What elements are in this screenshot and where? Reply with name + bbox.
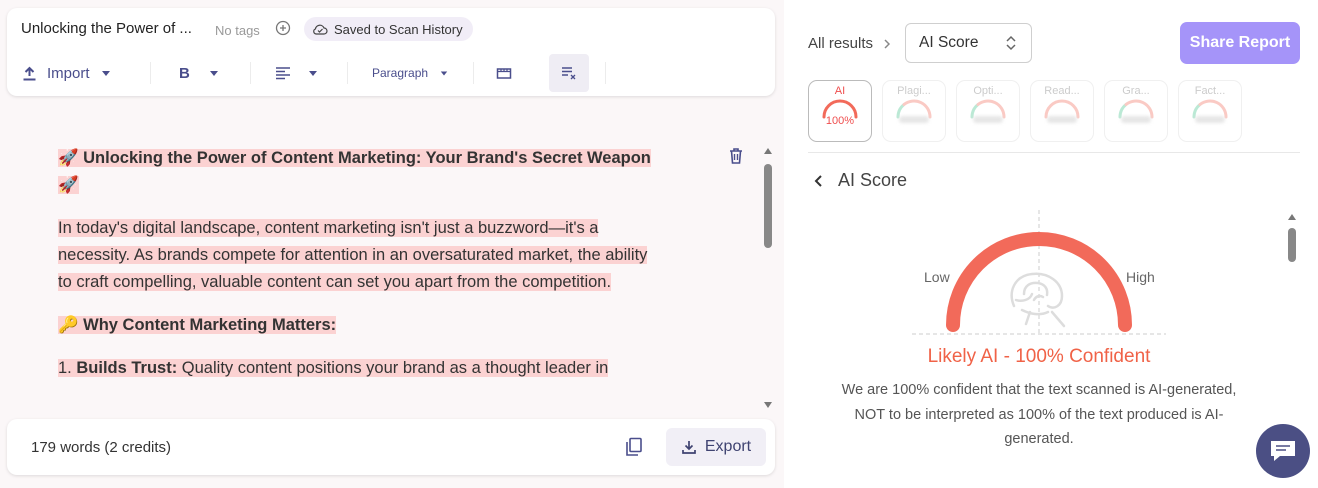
gauge-high-label: High: [1126, 269, 1155, 285]
chevron-down-icon: [209, 70, 218, 76]
ai-verdict: Likely AI - 100% Confident: [927, 346, 1151, 367]
blurred-value: [1121, 116, 1151, 123]
toolbar-divider: [250, 62, 251, 84]
card-label: Plagi...: [897, 85, 931, 97]
section-divider: [808, 152, 1300, 153]
scroll-thumb[interactable]: [764, 164, 772, 248]
ai-verdict-description: We are 100% confident that the text scan…: [841, 382, 1237, 447]
gauge-low-label: Low: [924, 269, 950, 285]
list-item-text: Quality content positions your brand as …: [181, 359, 609, 377]
chat-icon: [1271, 441, 1295, 461]
document-heading: 🚀 Unlocking the Power of Content Marketi…: [58, 149, 651, 194]
heading-text: Unlocking the Power of Content Marketing…: [83, 149, 651, 167]
export-label: Export: [704, 438, 752, 455]
subheading-text: Why Content Marketing Matters:: [83, 316, 337, 334]
copy-icon[interactable]: [625, 437, 643, 457]
key-emoji: 🔑: [58, 316, 79, 334]
score-card-plagiarism[interactable]: Plagi...: [882, 80, 946, 142]
chevron-down-icon: [309, 70, 317, 76]
blurred-value: [1047, 116, 1077, 123]
download-icon: [682, 441, 696, 454]
rocket-emoji: 🚀: [58, 149, 79, 167]
subheading: 🔑 Why Content Marketing Matters:: [58, 316, 337, 334]
cloud-check-icon: [313, 24, 328, 35]
back-to-results[interactable]: AI Score: [814, 170, 907, 191]
score-card-readability[interactable]: Read...: [1030, 80, 1094, 142]
list-number: 1.: [58, 359, 72, 377]
list-item: 1. Builds Trust: Quality content positio…: [58, 359, 609, 377]
list-item-title: Builds Trust:: [76, 359, 178, 377]
blurred-value: [899, 116, 929, 123]
paragraph-label: Paragraph: [372, 66, 429, 80]
plus-circle-icon[interactable]: [275, 20, 291, 36]
score-card-fact-check[interactable]: Fact...: [1178, 80, 1242, 142]
toolbar-divider: [347, 62, 348, 84]
import-label: Import: [47, 64, 90, 82]
toolbar-divider: [605, 62, 606, 84]
chevron-up-down-icon: [1006, 35, 1016, 51]
results-scrollbar[interactable]: [1286, 214, 1298, 274]
score-type-select[interactable]: AI Score: [905, 23, 1032, 63]
all-results-link[interactable]: All results: [808, 35, 891, 52]
chevron-down-icon: [440, 71, 448, 75]
import-button[interactable]: Import: [22, 54, 110, 92]
bold-label: B: [179, 64, 190, 82]
align-button[interactable]: [275, 54, 317, 92]
editor-footer: 179 words (2 credits) Export: [7, 419, 775, 475]
saved-label: Saved to Scan History: [334, 21, 463, 37]
chat-button[interactable]: [1256, 424, 1310, 478]
scroll-down-arrow[interactable]: [764, 402, 772, 408]
scroll-thumb[interactable]: [1288, 228, 1296, 262]
saved-to-history-badge: Saved to Scan History: [304, 17, 473, 41]
chevron-left-icon: [814, 174, 822, 187]
format-toolbar: Import B Paragraph: [7, 54, 775, 92]
paragraph-style-select[interactable]: Paragraph: [372, 54, 448, 92]
film-icon: [496, 68, 512, 79]
brain-icon: [1010, 272, 1066, 328]
section-title: AI Score: [838, 170, 908, 190]
card-value: 100%: [825, 115, 855, 127]
chevron-down-icon: [101, 70, 110, 76]
editor-toolbar: Unlocking the Power of ... No tags Saved…: [7, 8, 775, 96]
toolbar-divider: [150, 62, 151, 84]
share-report-button[interactable]: Share Report: [1180, 22, 1300, 64]
word-count: 179 words (2 credits): [31, 439, 172, 456]
upload-icon: [23, 66, 36, 80]
editor-content[interactable]: 🚀 Unlocking the Power of Content Marketi…: [58, 145, 658, 398]
card-label: Opti...: [973, 85, 1003, 97]
scroll-up-arrow[interactable]: [764, 148, 772, 154]
blurred-value: [1195, 116, 1225, 123]
card-label: Gra...: [1122, 85, 1150, 97]
bold-button[interactable]: B: [179, 54, 218, 92]
clear-format-icon: [562, 67, 576, 80]
trash-icon[interactable]: [728, 147, 744, 165]
results-panel: All results AI Score Share Report AI 100…: [784, 0, 1318, 488]
rocket-emoji: 🚀: [58, 176, 79, 194]
chevron-right-icon: [884, 38, 891, 49]
score-card-grammar[interactable]: Gra...: [1104, 80, 1168, 142]
paragraph-text: In today's digital landscape, content ma…: [58, 219, 648, 291]
no-tags-label: No tags: [215, 23, 260, 38]
all-results-label: All results: [808, 35, 874, 52]
score-card-ai[interactable]: AI 100%: [808, 80, 872, 142]
clear-format-button[interactable]: [549, 54, 589, 92]
editor-panel: Unlocking the Power of ... No tags Saved…: [0, 0, 784, 488]
toolbar-divider: [473, 62, 474, 84]
card-label: Fact...: [1194, 85, 1226, 97]
card-label: Read...: [1044, 85, 1080, 97]
align-left-icon: [276, 67, 290, 80]
editor-scrollbar[interactable]: [762, 148, 774, 408]
blurred-value: [973, 116, 1003, 123]
scroll-up-arrow[interactable]: [1288, 214, 1296, 220]
score-card-optimization[interactable]: Opti...: [956, 80, 1020, 142]
document-title[interactable]: Unlocking the Power of ...: [21, 20, 192, 37]
media-button[interactable]: [496, 54, 512, 92]
card-label: AI: [834, 85, 846, 97]
export-button[interactable]: Export: [666, 428, 766, 466]
select-value: AI Score: [919, 34, 979, 51]
